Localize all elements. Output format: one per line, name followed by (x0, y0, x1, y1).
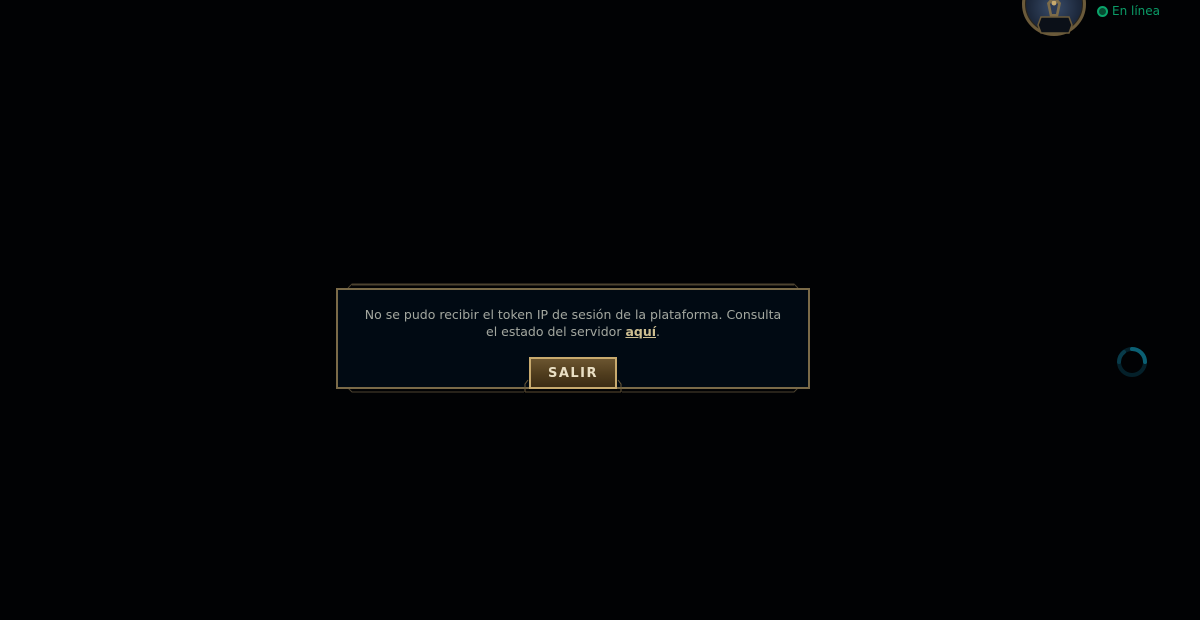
server-status-link[interactable]: aquí (625, 324, 656, 339)
level-plate (1037, 16, 1073, 34)
exit-button[interactable]: SALIR (529, 357, 617, 389)
error-message-end: . (656, 324, 660, 339)
online-status[interactable]: En línea (1097, 4, 1160, 18)
error-message-text: No se pudo recibir el token IP de sesión… (364, 307, 782, 339)
client-window: En línea No se pudo recibir el token IP … (0, 0, 1200, 620)
error-message: No se pudo recibir el token IP de sesión… (358, 306, 788, 340)
loading-spinner-icon (1117, 347, 1147, 377)
online-status-icon (1097, 5, 1108, 17)
online-status-label: En línea (1112, 4, 1161, 18)
exit-button-frame: SALIR (524, 354, 622, 394)
